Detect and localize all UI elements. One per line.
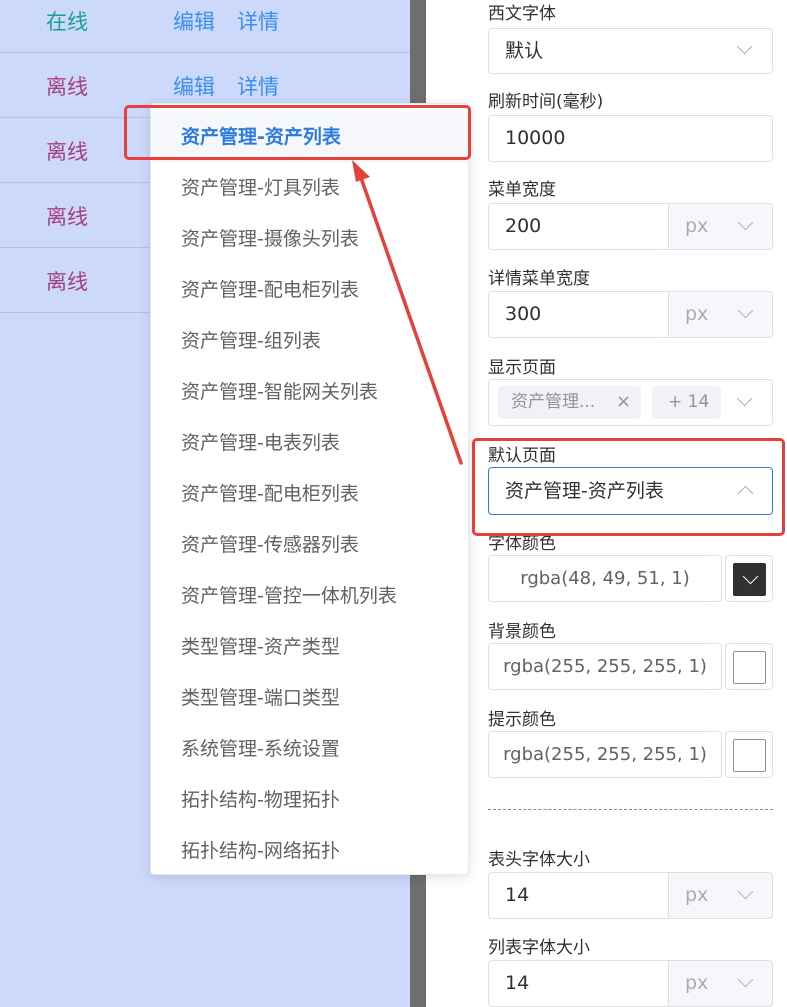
font-color-input[interactable]: rgba(48, 49, 51, 1): [488, 555, 722, 602]
more-count: + 14: [668, 392, 710, 412]
chevron-down-icon: [736, 38, 753, 55]
close-icon[interactable]: ×: [616, 391, 631, 413]
refresh-time-value: 10000: [505, 127, 566, 149]
menu-width-unit-select[interactable]: px: [668, 203, 773, 250]
status-online: 在线: [46, 10, 88, 34]
detail-menu-width-input[interactable]: 300: [488, 291, 669, 338]
chevron-down-icon: [737, 971, 754, 988]
list-font-size-label: 列表字体大小: [488, 938, 590, 958]
background-color-picker[interactable]: [725, 643, 773, 690]
dropdown-option[interactable]: 资产管理-摄像头列表: [151, 214, 468, 265]
color-swatch: [733, 563, 766, 596]
dropdown-option[interactable]: 资产管理-传感器列表: [151, 520, 468, 571]
chevron-down-icon: [737, 214, 754, 231]
table-row: 在线 编辑 详情: [0, 0, 410, 53]
hint-color-label: 提示颜色: [488, 710, 556, 730]
dropdown-option[interactable]: 资产管理-组列表: [151, 316, 468, 367]
default-page-dropdown-list: 资产管理-资产列表 资产管理-灯具列表 资产管理-摄像头列表 资产管理-配电柜列…: [150, 103, 469, 875]
display-pages-multiselect[interactable]: 资产管理... × + 14: [488, 379, 773, 426]
detail-menu-width-label: 详情菜单宽度: [488, 269, 590, 289]
background-color-input[interactable]: rgba(255, 255, 255, 1): [488, 643, 722, 690]
edit-link[interactable]: 编辑: [173, 74, 215, 100]
unit-value: px: [685, 303, 709, 325]
display-pages-label: 显示页面: [488, 358, 556, 378]
chevron-down-icon: [742, 568, 759, 585]
list-font-size-unit-select[interactable]: px: [668, 960, 773, 1007]
status-offline: 离线: [46, 205, 88, 229]
list-font-size-value: 14: [505, 972, 530, 994]
unit-value: px: [685, 884, 709, 906]
selected-page-tag: 资产管理... ×: [498, 386, 641, 419]
status-offline: 离线: [46, 140, 88, 164]
background-color-value: rgba(255, 255, 255, 1): [503, 656, 707, 677]
tag-text: 资产管理...: [511, 392, 596, 412]
status-offline: 离线: [46, 75, 88, 99]
menu-width-input[interactable]: 200: [488, 203, 669, 250]
header-font-size-unit-select[interactable]: px: [668, 872, 773, 919]
dropdown-option[interactable]: 拓扑结构-网络拓扑: [151, 826, 468, 877]
dropdown-option[interactable]: 资产管理-灯具列表: [151, 163, 468, 214]
menu-width-value: 200: [505, 215, 542, 237]
font-color-picker[interactable]: [725, 555, 773, 602]
list-font-size-input[interactable]: 14: [488, 960, 669, 1007]
unit-value: px: [685, 215, 709, 237]
chevron-down-icon: [737, 302, 754, 319]
dropdown-option[interactable]: 拓扑结构-物理拓扑: [151, 775, 468, 826]
unit-value: px: [685, 972, 709, 994]
header-font-size-input[interactable]: 14: [488, 872, 669, 919]
detail-menu-width-value: 300: [505, 303, 542, 325]
color-swatch: [733, 651, 766, 684]
dropdown-option[interactable]: 资产管理-配电柜列表: [151, 469, 468, 520]
dropdown-option[interactable]: 资产管理-电表列表: [151, 418, 468, 469]
header-font-size-value: 14: [505, 884, 530, 906]
header-font-size-label: 表头字体大小: [488, 850, 590, 870]
dropdown-option[interactable]: 类型管理-端口类型: [151, 673, 468, 724]
western-font-select[interactable]: 默认: [488, 28, 773, 74]
annotation-highlight-default-page: [472, 438, 785, 536]
western-font-label: 西文字体: [488, 4, 556, 24]
color-swatch: [733, 739, 766, 772]
chevron-down-icon: [737, 883, 754, 900]
detail-menu-width-unit-select[interactable]: px: [668, 291, 773, 338]
menu-width-label: 菜单宽度: [488, 180, 556, 200]
dropdown-option[interactable]: 资产管理-管控一体机列表: [151, 571, 468, 622]
hint-color-input[interactable]: rgba(255, 255, 255, 1): [488, 731, 722, 778]
annotation-highlight-option: [124, 105, 471, 160]
refresh-time-input[interactable]: 10000: [488, 115, 773, 162]
status-offline: 离线: [46, 270, 88, 294]
detail-link[interactable]: 详情: [237, 9, 279, 35]
more-tags-badge: + 14: [652, 386, 721, 419]
hint-color-value: rgba(255, 255, 255, 1): [503, 744, 707, 765]
dropdown-option[interactable]: 资产管理-配电柜列表: [151, 265, 468, 316]
section-divider: [488, 809, 773, 810]
font-color-label: 字体颜色: [488, 534, 556, 554]
edit-link[interactable]: 编辑: [173, 9, 215, 35]
font-color-value: rgba(48, 49, 51, 1): [520, 568, 690, 589]
dropdown-option[interactable]: 资产管理-智能网关列表: [151, 367, 468, 418]
detail-link[interactable]: 详情: [237, 74, 279, 100]
background-color-label: 背景颜色: [488, 622, 556, 642]
dropdown-option[interactable]: 类型管理-资产类型: [151, 622, 468, 673]
western-font-value: 默认: [505, 40, 544, 62]
dropdown-option[interactable]: 系统管理-系统设置: [151, 724, 468, 775]
chevron-down-icon: [736, 390, 753, 407]
refresh-time-label: 刷新时间(毫秒): [488, 92, 604, 112]
hint-color-picker[interactable]: [725, 731, 773, 778]
